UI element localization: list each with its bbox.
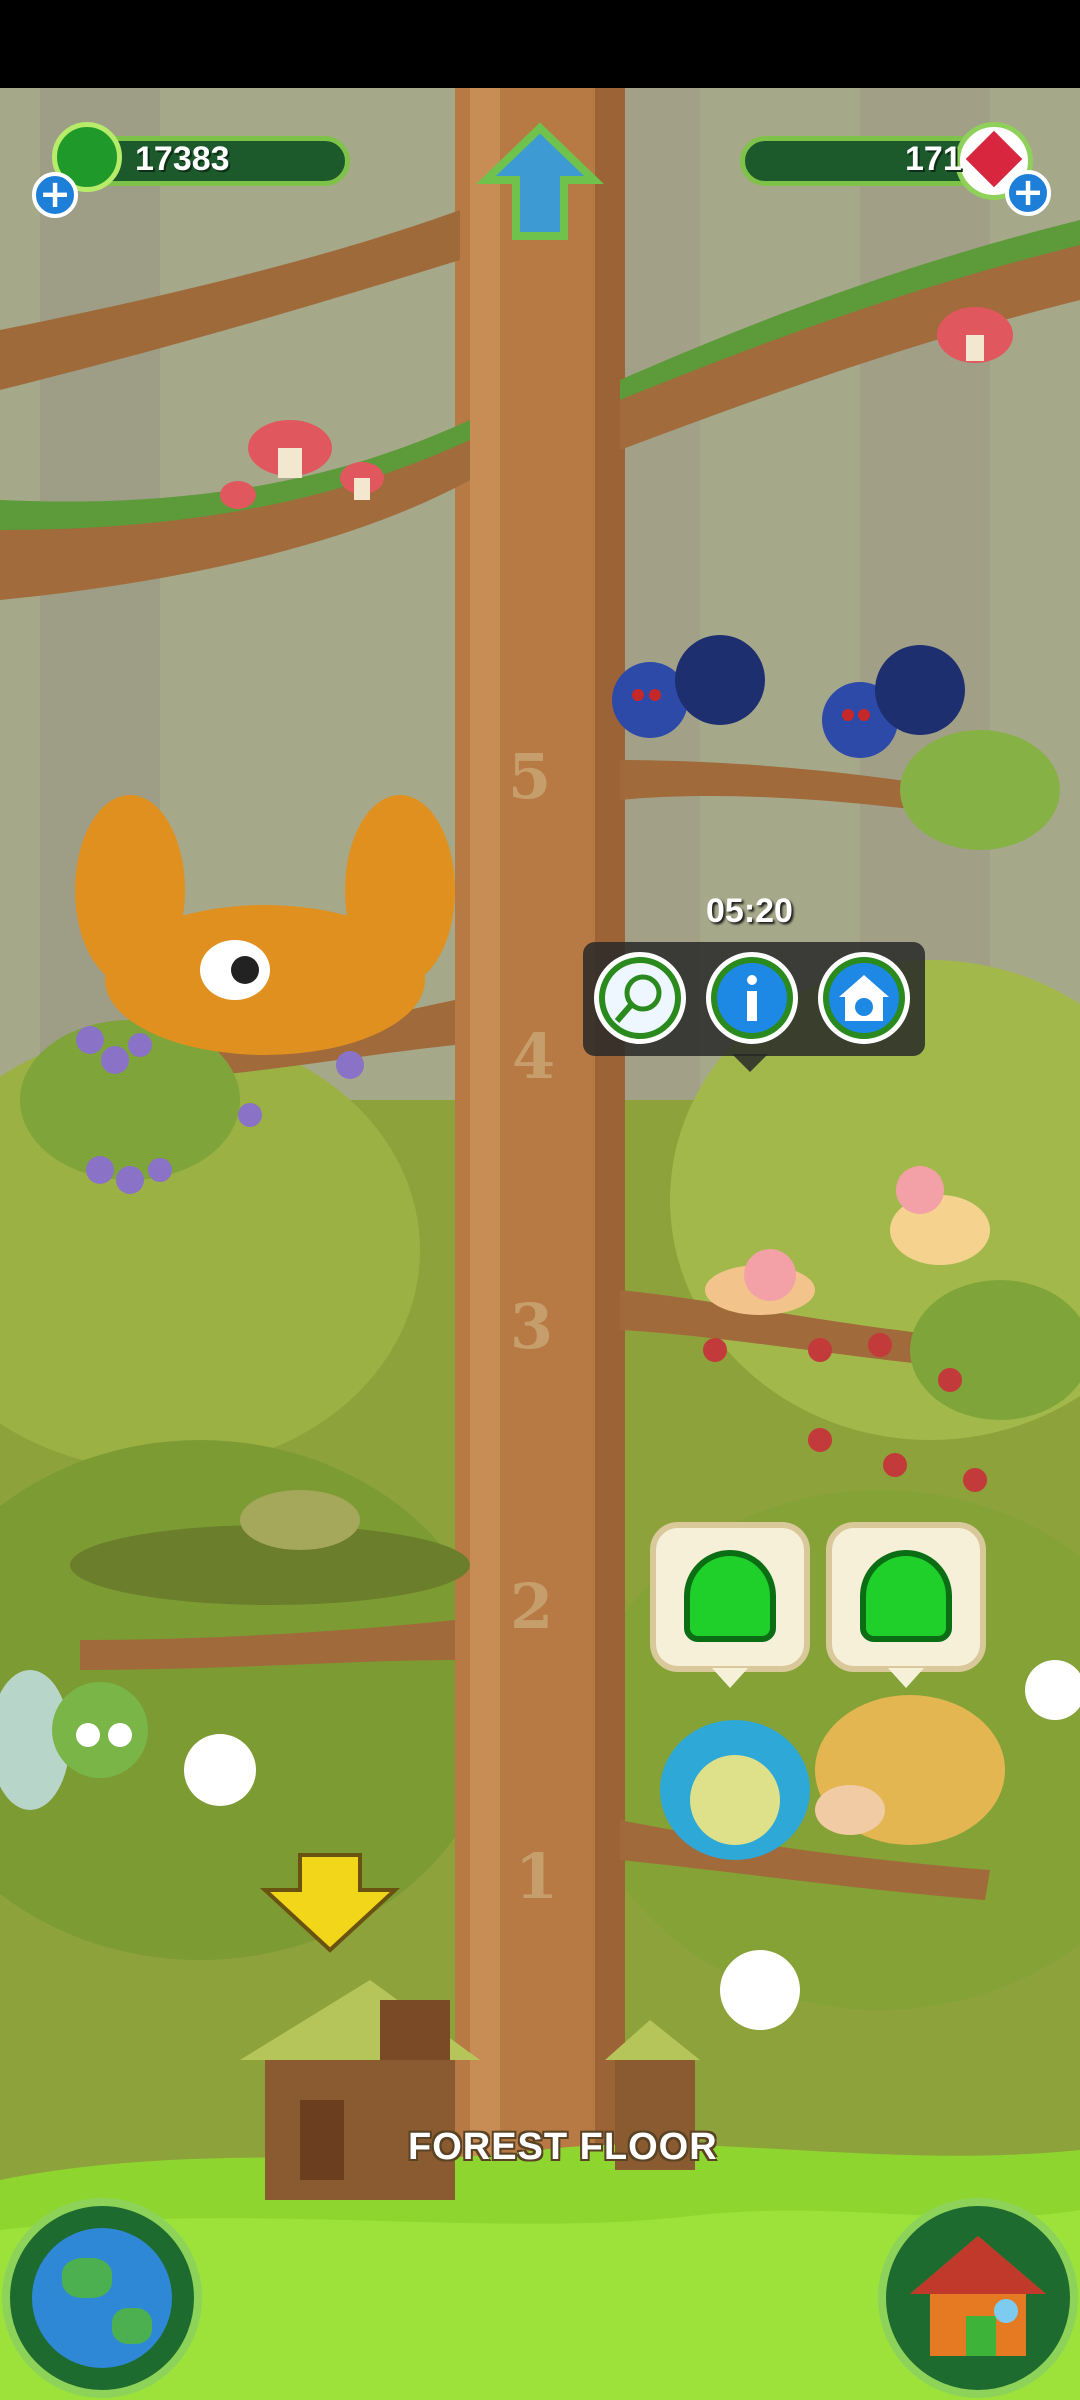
level-label-5: 5 [508, 740, 552, 813]
fairy-helper[interactable] [0, 1670, 148, 1810]
level-label-4: 4 [512, 1020, 556, 1093]
collect-jelly-bubble[interactable] [650, 1522, 810, 1672]
level-label-1: 1 [515, 1840, 559, 1913]
jelly-count: 17383 [135, 140, 230, 178]
bubble-pointer [712, 1668, 748, 1688]
add-gems-button[interactable]: + [1005, 170, 1051, 216]
add-jelly-button[interactable]: + [32, 172, 78, 218]
house-pet-icon [829, 963, 899, 1033]
level-label-2: 2 [510, 1570, 554, 1643]
frog-creature[interactable] [660, 1720, 810, 1860]
level-label-3: 3 [510, 1290, 554, 1363]
green-jelly-icon [860, 1550, 952, 1642]
forest-floor-label: FOREST FLOOR [408, 2126, 718, 2168]
catch-net-button[interactable] [594, 952, 686, 1044]
crocodile-creature[interactable] [70, 1490, 470, 1605]
raccoon-creature[interactable] [75, 795, 455, 1055]
info-icon [717, 963, 787, 1033]
globe-icon [32, 2228, 172, 2368]
spider-creature[interactable] [822, 645, 965, 758]
bubble-pointer [888, 1668, 924, 1688]
creatures-layer [0, 635, 1005, 1860]
armadillo-creature[interactable] [815, 1695, 1005, 1845]
up-arrow-icon [476, 122, 604, 240]
creature-timer: 05:20 [706, 892, 793, 930]
up-arrow-button[interactable] [476, 118, 604, 246]
snail-creature[interactable] [705, 1249, 815, 1315]
snail-creature[interactable] [890, 1166, 990, 1265]
gem-count: 171 [905, 140, 962, 178]
info-button[interactable] [706, 952, 798, 1044]
send-home-button[interactable] [818, 952, 910, 1044]
green-jelly-icon [684, 1550, 776, 1642]
popup-pointer [732, 1054, 768, 1072]
house-icon [910, 2236, 1046, 2356]
world-map-button[interactable] [2, 2198, 202, 2398]
collect-jelly-bubble[interactable] [826, 1522, 986, 1672]
home-button[interactable] [878, 2198, 1078, 2398]
spider-creature[interactable] [612, 635, 765, 738]
net-icon [605, 963, 675, 1033]
